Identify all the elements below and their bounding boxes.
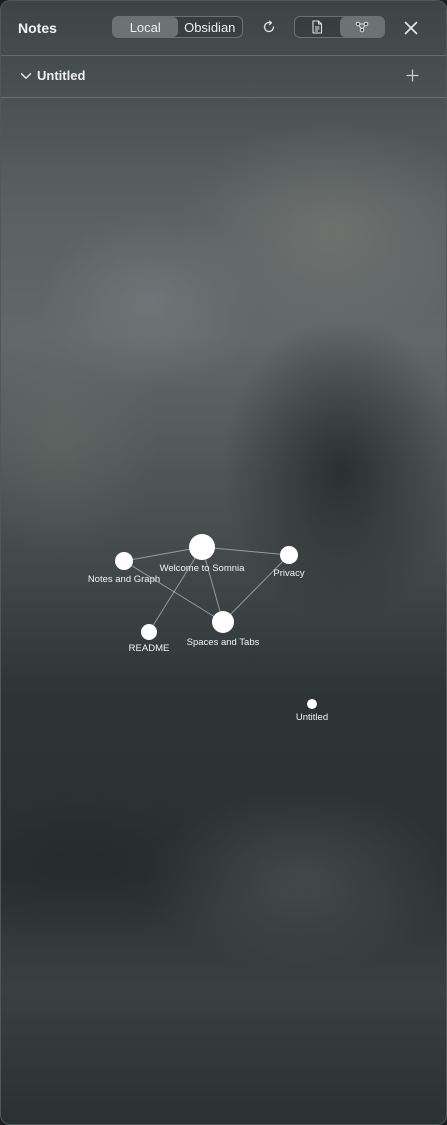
graph-node-privacy[interactable] [280, 546, 298, 564]
graph-node-label-readme: README [129, 643, 170, 654]
graph-node-label-welcome: Welcome to Somnia [160, 563, 246, 574]
graph-node-label-privacy: Privacy [273, 568, 304, 579]
graph-node-notes[interactable] [115, 552, 133, 570]
graph-node-untitled[interactable] [307, 699, 317, 709]
graph-node-label-spaces: Spaces and Tabs [187, 637, 260, 648]
graph-node-spaces[interactable] [212, 611, 234, 633]
graph-node-label-untitled: Untitled [296, 712, 328, 723]
graph-edge-welcome-readme [148, 546, 203, 633]
graph-edge-welcome-privacy [201, 546, 290, 556]
note-graph[interactable]: Welcome to SomniaNotes and Graph Privacy S… [1, 1, 446, 1124]
graph-node-readme[interactable] [141, 624, 157, 640]
graph-node-welcome[interactable] [189, 534, 215, 560]
graph-node-label-notes: Notes and Graph [88, 574, 160, 585]
notes-panel: Notes Local Obsidian Untitled Welcome to… [0, 0, 447, 1125]
